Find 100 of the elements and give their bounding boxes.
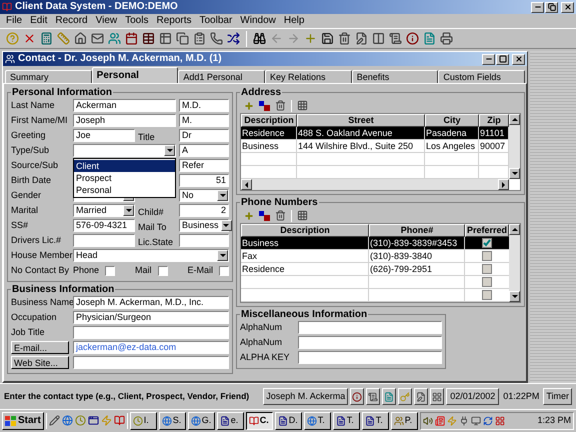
info-icon[interactable] [406,32,419,45]
taskbar-button[interactable]: I. [130,412,157,430]
column-header[interactable]: Description [241,114,297,127]
caret-icon[interactable] [126,209,132,212]
column-header[interactable]: City [425,114,479,127]
number-field[interactable]: 51 [179,174,229,187]
checkbox[interactable] [105,266,116,276]
text-field[interactable]: Joseph M. Ackerman, M.D., Inc. [73,296,229,309]
minimize-button[interactable] [531,2,544,12]
checkbox[interactable] [158,266,168,276]
text-field[interactable]: Physician/Surgeon [73,311,229,324]
vertical-scrollbar[interactable] [509,224,520,302]
printer-icon[interactable] [440,32,453,45]
table-icon[interactable] [159,32,172,45]
tab[interactable]: Summary [5,70,92,83]
monitor-icon[interactable] [470,416,481,426]
grid-icon[interactable] [297,210,308,221]
trash-icon[interactable] [275,100,286,111]
menu-item[interactable]: View [92,15,122,27]
scroll-icon[interactable] [389,32,402,45]
envelope-icon[interactable] [91,32,104,45]
calendar-icon[interactable] [125,32,138,45]
down-arrow-icon[interactable] [512,172,518,175]
table-row[interactable]: Fax (310)-839-3840 [241,250,509,263]
phone-icon[interactable] [210,32,223,45]
text-field[interactable]: 576-09-4321 [73,219,135,232]
column-header[interactable]: Street [297,114,425,127]
edit-document-button[interactable] [414,388,428,405]
text-field[interactable] [298,351,442,364]
taskbar-button[interactable]: C. [246,412,273,430]
trash-icon[interactable] [338,32,351,45]
columns-button[interactable] [430,388,444,405]
dropdown-field[interactable]: Married [73,204,135,217]
table-icon[interactable] [142,32,155,45]
left-arrow-icon[interactable] [245,182,248,188]
table-row[interactable]: Business 144 Wilshire Blvd., Suite 250 Los Angeles 90007 [241,140,509,153]
timer-button[interactable]: Timer [543,388,572,405]
taskbar-button[interactable]: D. [274,412,302,430]
text-field[interactable]: A [179,144,229,157]
squares-icon[interactable] [259,100,270,110]
squares-icon[interactable] [259,210,270,220]
taskbar-button[interactable]: S. [158,412,186,430]
table-row[interactable]: Residence 488 S. Oakland Avenue Pasadena 91101 [241,127,509,140]
dropdown-field[interactable]: No [179,189,229,202]
grid-icon[interactable] [297,100,308,111]
newspaper-icon[interactable] [434,416,445,426]
text-field[interactable]: M.D. [179,99,229,112]
dropdown-field[interactable]: Head [73,249,229,262]
number-field[interactable]: 2 [179,204,229,217]
column-header[interactable]: Zip [479,114,509,127]
globe-icon[interactable] [62,415,73,426]
menu-item[interactable]: Help [280,15,308,27]
right-arrow-icon[interactable] [502,182,505,188]
taskbar-button[interactable]: P. [390,412,418,430]
text-field[interactable] [73,326,229,339]
text-field[interactable]: Dr [179,129,229,142]
taskbar-button[interactable]: G. [188,412,215,430]
scroll-button[interactable] [366,388,380,405]
window-icon[interactable] [88,415,99,426]
caret-icon[interactable] [220,194,226,197]
text-field[interactable]: Ackerman [73,99,176,112]
search-icon[interactable] [253,32,266,45]
edit-document-icon[interactable] [355,32,368,45]
menu-item[interactable]: File [2,15,26,27]
maximize-button[interactable] [496,54,509,64]
document-icon[interactable] [423,32,436,45]
trash-icon[interactable] [275,210,286,221]
taskbar-button[interactable]: e. [216,412,244,430]
dropdown-field[interactable] [73,144,176,157]
down-arrow-icon[interactable] [512,295,518,298]
menu-item[interactable]: Record [51,15,92,27]
shuffle-icon[interactable] [227,32,240,45]
checkbox[interactable] [219,266,229,276]
dropdown-field[interactable]: Business [179,219,229,232]
table-row[interactable]: Residence (626)-799-2951 [241,263,509,276]
dropdown-option[interactable]: Client [74,160,175,172]
clipboard-icon[interactable] [193,32,206,45]
menu-item[interactable]: Reports [152,15,196,27]
tab[interactable]: Key Relations [265,70,352,83]
text-field[interactable] [73,234,135,247]
menu-item[interactable]: Window [236,15,280,27]
caret-icon[interactable] [166,149,172,152]
text-field[interactable]: Joe [73,129,135,142]
text-field[interactable] [298,321,442,334]
taskbar-button[interactable]: T. [362,412,389,430]
close-button[interactable] [512,54,525,64]
pencil-icon[interactable] [48,415,60,426]
caret-icon[interactable] [223,224,230,227]
checkbox[interactable] [482,238,492,248]
column-header[interactable]: Preferred [465,224,509,237]
checkbox[interactable] [482,251,492,261]
refresh-icon[interactable] [482,416,493,426]
menu-item[interactable]: Tools [121,15,152,27]
taskbar-button[interactable]: T. [332,412,360,430]
grid-icon[interactable] [494,416,505,426]
horizontal-scrollbar[interactable] [241,179,509,190]
text-field[interactable] [73,356,229,369]
vertical-scrollbar[interactable] [509,114,520,179]
text-field[interactable] [298,336,442,349]
menu-item[interactable]: Edit [26,15,52,27]
